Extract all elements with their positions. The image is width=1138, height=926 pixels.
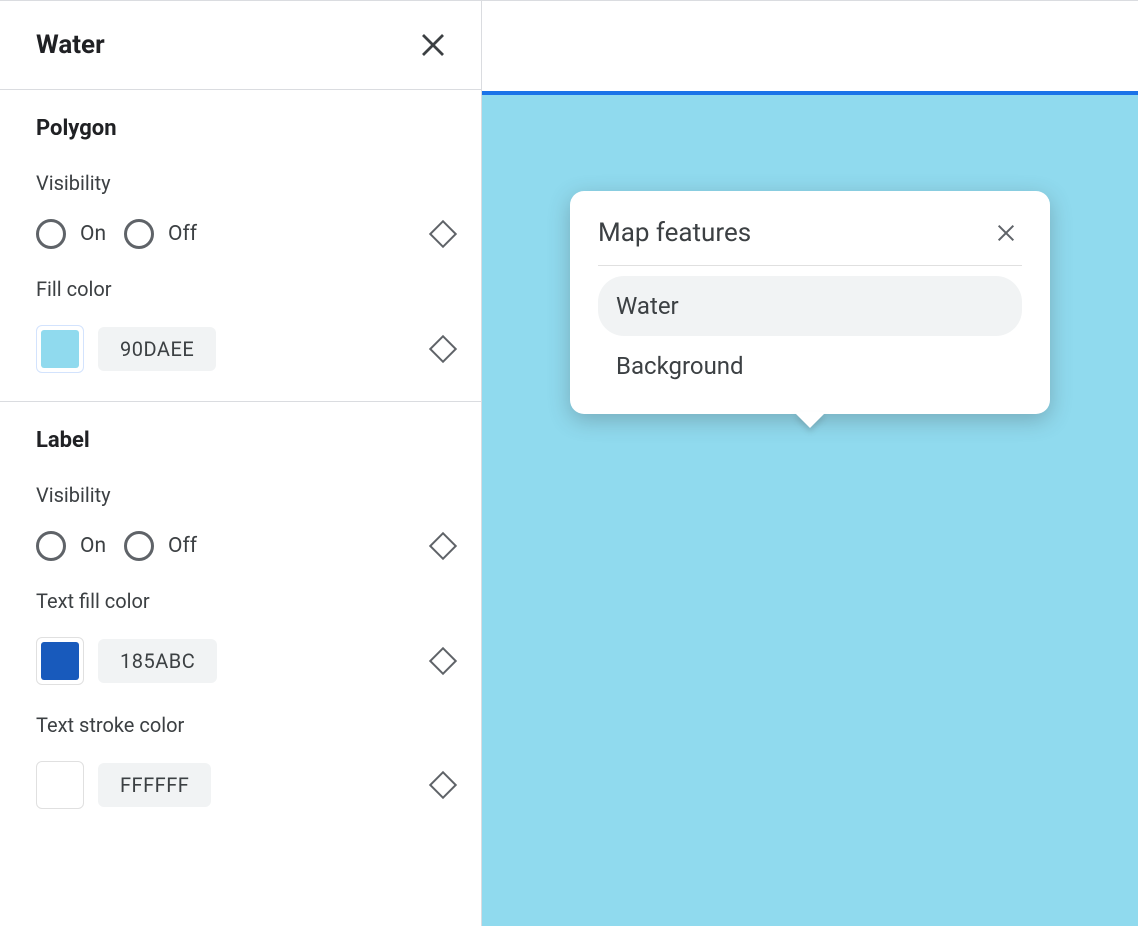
fill-color-swatch[interactable] xyxy=(36,325,84,373)
text-fill-color-swatch[interactable] xyxy=(36,637,84,685)
text-stroke-color-hex-input[interactable]: FFFFFF xyxy=(98,763,211,807)
polygon-visibility-on-radio[interactable]: On xyxy=(36,219,106,249)
radio-label: On xyxy=(80,534,106,558)
radio-label: Off xyxy=(168,534,197,558)
polygon-visibility-group: On Off xyxy=(36,219,197,249)
label-section: Label Visibility On Off Text fill color xyxy=(0,402,481,837)
radio-icon xyxy=(36,531,66,561)
close-icon[interactable] xyxy=(413,25,453,65)
sidebar-header: Water xyxy=(0,1,481,90)
polygon-visibility-off-radio[interactable]: Off xyxy=(124,219,197,249)
sidebar-title: Water xyxy=(36,30,105,60)
style-sidebar: Water Polygon Visibility On Off xyxy=(0,1,482,926)
preview-topbar xyxy=(482,1,1138,91)
swatch-icon xyxy=(41,766,79,804)
label-visibility-off-radio[interactable]: Off xyxy=(124,531,197,561)
label-visibility-label: Visibility xyxy=(36,483,453,507)
diamond-reset-icon[interactable] xyxy=(429,647,457,675)
diamond-reset-icon[interactable] xyxy=(429,335,457,363)
swatch-icon xyxy=(41,330,79,368)
diamond-reset-icon[interactable] xyxy=(429,220,457,248)
text-fill-color-label: Text fill color xyxy=(36,589,453,613)
text-fill-color-hex-input[interactable]: 185ABC xyxy=(98,639,217,683)
label-visibility-on-radio[interactable]: On xyxy=(36,531,106,561)
map-preview[interactable]: Map features Water Background xyxy=(482,1,1138,926)
radio-icon xyxy=(124,531,154,561)
diamond-reset-icon[interactable] xyxy=(429,532,457,560)
label-heading: Label xyxy=(36,428,453,453)
popover-tail-icon xyxy=(794,412,826,428)
close-icon[interactable] xyxy=(990,217,1022,249)
radio-label: Off xyxy=(168,222,197,246)
diamond-reset-icon[interactable] xyxy=(429,771,457,799)
label-visibility-group: On Off xyxy=(36,531,197,561)
feature-item-background[interactable]: Background xyxy=(598,336,1022,396)
popover-title: Map features xyxy=(598,218,751,248)
feature-item-water[interactable]: Water xyxy=(598,276,1022,336)
polygon-heading: Polygon xyxy=(36,116,453,141)
swatch-icon xyxy=(41,642,79,680)
radio-icon xyxy=(124,219,154,249)
polygon-visibility-label: Visibility xyxy=(36,171,453,195)
text-stroke-color-swatch[interactable] xyxy=(36,761,84,809)
polygon-section: Polygon Visibility On Off Fill color xyxy=(0,90,481,402)
text-stroke-color-label: Text stroke color xyxy=(36,713,453,737)
fill-color-hex-input[interactable]: 90DAEE xyxy=(98,327,216,371)
radio-label: On xyxy=(80,222,106,246)
radio-icon xyxy=(36,219,66,249)
fill-color-label: Fill color xyxy=(36,277,453,301)
map-features-popover: Map features Water Background xyxy=(570,191,1050,414)
